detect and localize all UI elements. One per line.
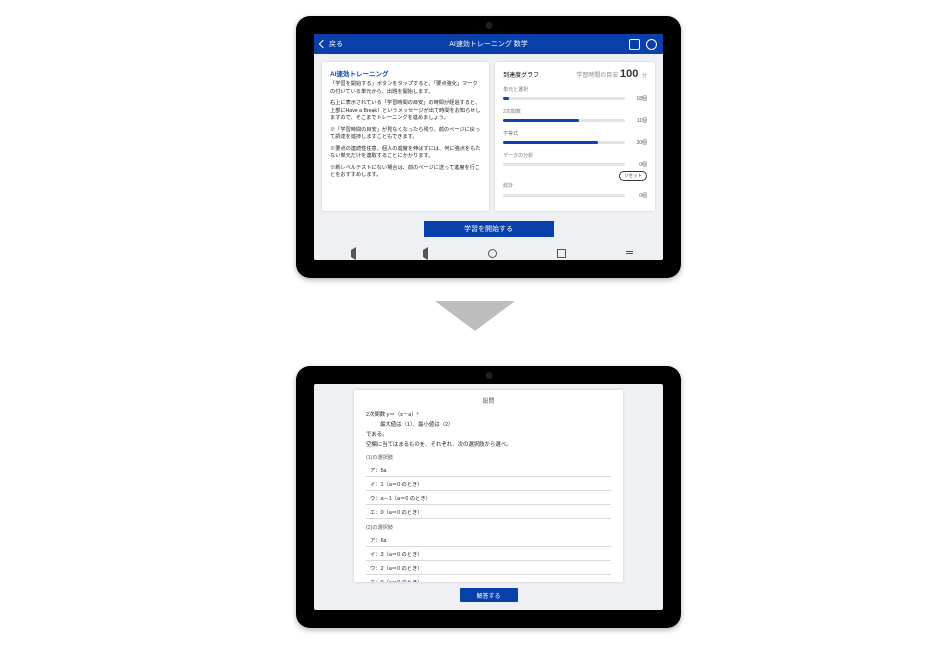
screen-top: 戻る AI速効トレーニング 数学 AI速効トレーニング 「学習を開始する」ボタン… — [314, 34, 663, 260]
tablet-device-bottom: 設問 2次関数 y＝（x－a）² 最大値は（1）、最小値は（2） である。 空欄… — [296, 366, 681, 628]
reset-button[interactable]: リセット — [619, 171, 647, 181]
camera-dot — [485, 22, 492, 29]
action-icon-1[interactable] — [629, 39, 640, 50]
instructions-p1: 「学習を開始する」ボタンをタップすると、「要点強化」マークの付いている単元から、… — [330, 81, 481, 96]
question-option[interactable]: エ：0（a＝0 のとき） — [366, 575, 611, 582]
search-icon[interactable] — [646, 39, 657, 50]
question-option[interactable]: ウ：2（a＝0 のとき） — [366, 561, 611, 575]
group-label: (2)の選択肢 — [366, 524, 611, 531]
question-stem-1: 2次関数 y＝（x－a）² — [366, 411, 611, 419]
question-option[interactable]: ウ：a－1（a＝0 のとき） — [366, 491, 611, 505]
instructions-card: AI速効トレーニング 「学習を開始する」ボタンをタップすると、「要点強化」マーク… — [322, 62, 489, 211]
camera-dot — [485, 372, 492, 379]
question-option[interactable]: ア：5a — [366, 463, 611, 477]
question-sheet: 設問 2次関数 y＝（x－a）² 最大値は（1）、最小値は（2） である。 空欄… — [354, 390, 623, 582]
instructions-p2: 右上に表示されている「学習時間の目安」の時間が経過すると、上部にHave a B… — [330, 100, 481, 123]
instructions-p3: ※「学習時間の目安」が見なくなったら残り、前のページに戻って調達を進捗しますこと… — [330, 127, 481, 142]
question-stem-2: 最大値は（1）、最小値は（2） — [366, 421, 611, 429]
chart-label: 到達度グラフ — [503, 70, 539, 79]
question-option[interactable]: イ：1（a＝0 のとき） — [366, 477, 611, 491]
nav-back-icon[interactable] — [344, 247, 356, 260]
metric-row: 総計 リセット 0個 — [503, 174, 647, 199]
question-stem-3: である。 — [366, 431, 611, 439]
progress-card: 到達度グラフ 学習時間の目安 100 分 単元と選択 18個 2次関数 11個 — [495, 62, 655, 211]
screen-bottom: 設問 2次関数 y＝（x－a）² 最大値は（1）、最小値は（2） である。 空欄… — [314, 384, 663, 610]
option-group-1: (1)の選択肢 ア：5a イ：1（a＝0 のとき） ウ：a－1（a＝0 のとき）… — [366, 454, 611, 519]
instructions-heading: AI速効トレーニング — [330, 68, 481, 78]
answer-button[interactable]: 解答する — [460, 588, 518, 602]
metric-row: 単元と選択 18個 — [503, 86, 647, 102]
instructions-p5: ※新レベルテストにない場合は、前のページに送って進度を行ことをおすすめします。 — [330, 165, 481, 180]
time-value: 100 — [620, 68, 638, 80]
group-label: (1)の選択肢 — [366, 454, 611, 461]
app-topbar: 戻る AI速効トレーニング 数学 — [314, 34, 663, 54]
question-option[interactable]: イ：3（a＝0 のとき） — [366, 547, 611, 561]
nav-back-icon-2[interactable] — [416, 247, 428, 260]
metric-row: データの分析 0個 — [503, 152, 647, 168]
question-title: 設問 — [366, 396, 611, 405]
tablet-device-top: 戻る AI速効トレーニング 数学 AI速効トレーニング 「学習を開始する」ボタン… — [296, 16, 681, 278]
nav-menu-icon[interactable] — [626, 250, 633, 257]
android-navbar — [314, 246, 663, 260]
question-option[interactable]: ア：6a — [366, 533, 611, 547]
nav-recent-icon[interactable] — [557, 249, 566, 258]
metric-row: 2次関数 11個 — [503, 108, 647, 124]
question-stem-4: 空欄に当てはまるものを、それぞれ、次の選択肢から選べ。 — [366, 441, 611, 449]
time-unit: 分 — [642, 73, 647, 79]
nav-home-icon[interactable] — [488, 249, 497, 258]
metric-row: 不等式 30個 — [503, 130, 647, 146]
time-label: 学習時間の目安 — [576, 73, 618, 79]
question-option[interactable]: エ：0（a＝0 のとき） — [366, 505, 611, 519]
option-group-2: (2)の選択肢 ア：6a イ：3（a＝0 のとき） ウ：2（a＝0 のとき） エ… — [366, 524, 611, 582]
instructions-p4: ※要点の連続性任意、個人の進度を伸ばすには、何に強点をもたない単元だけを連取する… — [330, 146, 481, 161]
flow-arrow-down-icon — [435, 301, 515, 331]
topbar-actions — [629, 34, 657, 54]
start-button[interactable]: 学習を開始する — [424, 221, 554, 237]
page-title: AI速効トレーニング 数学 — [314, 39, 663, 49]
